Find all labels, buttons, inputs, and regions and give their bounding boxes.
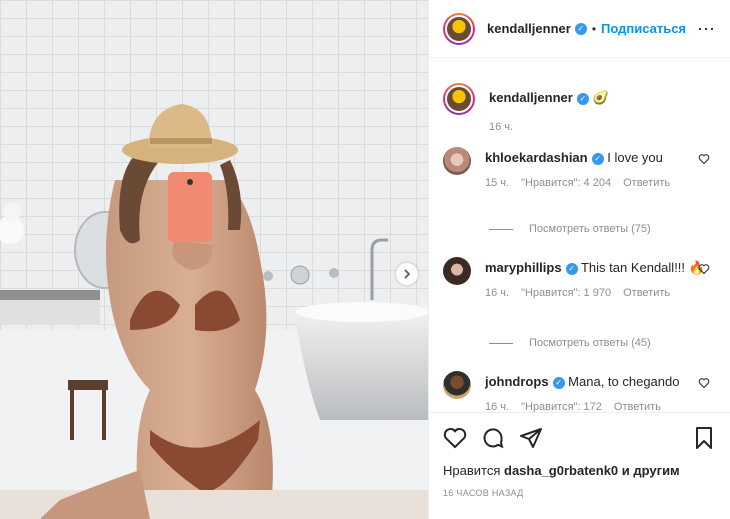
list-item: khloekardashian ✓ I love you 15 ч. "Нрави… <box>443 147 716 189</box>
likes-prefix: Нравится <box>443 463 501 478</box>
divider <box>489 228 513 230</box>
separator-dot: • <box>591 21 597 36</box>
comment-likes[interactable]: "Нравится": 4 204 <box>521 177 611 189</box>
post-timestamp[interactable]: 16 часов назад <box>443 488 716 498</box>
verified-badge-icon: ✓ <box>591 152 604 165</box>
action-bar <box>443 425 716 451</box>
caption-time[interactable]: 16 ч. <box>489 121 513 133</box>
list-item: maryphillips ✓ This tan Kendall!!! 🔥 16 ч… <box>443 257 716 299</box>
verified-badge-icon: ✓ <box>552 376 565 389</box>
caption-text: 🥑 <box>592 90 609 105</box>
comment-time[interactable]: 15 ч. <box>485 177 509 189</box>
likes-user-link[interactable]: dasha_g0rbatenk0 <box>504 463 618 478</box>
comments-list[interactable]: kendalljenner ✓ 🥑 16 ч. khloekardashian ✓ … <box>429 59 730 412</box>
post-header: kendalljenner ✓ • Подписаться ⋯ <box>429 0 730 58</box>
divider <box>489 342 513 344</box>
comment-username[interactable]: johndrops <box>485 374 549 389</box>
share-icon[interactable] <box>519 426 543 450</box>
heart-icon[interactable] <box>698 153 710 165</box>
verified-badge-icon: ✓ <box>576 92 589 105</box>
post-image <box>0 0 428 519</box>
comment-username[interactable]: khloekardashian <box>485 150 588 165</box>
view-replies-label: Посмотреть ответы (45) <box>529 337 651 349</box>
bookmark-icon[interactable] <box>692 426 716 450</box>
view-replies-button[interactable]: Посмотреть ответы (45) <box>489 337 651 349</box>
comment-text: This tan Kendall!!! 🔥 <box>580 260 705 275</box>
comment-time[interactable]: 16 ч. <box>485 401 509 412</box>
next-photo-button[interactable] <box>396 263 418 285</box>
heart-icon[interactable] <box>443 426 467 450</box>
comment-icon[interactable] <box>481 426 505 450</box>
likes-summary: Нравится dasha_g0rbatenk0 и другим <box>443 463 716 478</box>
reply-button[interactable]: Ответить <box>614 401 661 412</box>
comment-username[interactable]: maryphillips <box>485 260 562 275</box>
post-side-panel: kendalljenner ✓ • Подписаться ⋯ kendallj… <box>428 0 730 519</box>
post-actions: Нравится dasha_g0rbatenk0 и другим 16 ча… <box>429 412 730 519</box>
follow-button[interactable]: Подписаться <box>601 21 686 36</box>
comment-likes[interactable]: "Нравится": 172 <box>521 401 602 412</box>
avatar[interactable] <box>443 371 471 399</box>
list-item: johndrops ✓ Mana, to chegando 16 ч. "Нрав… <box>443 371 716 412</box>
comment-likes[interactable]: "Нравится": 1 970 <box>521 287 611 299</box>
reply-button[interactable]: Ответить <box>623 287 670 299</box>
more-horizontal-icon[interactable]: ⋯ <box>697 20 716 38</box>
reply-button[interactable]: Ответить <box>623 177 670 189</box>
comment-text: I love you <box>607 150 663 165</box>
caption-row: kendalljenner ✓ 🥑 16 ч. <box>443 83 716 133</box>
comment-time[interactable]: 16 ч. <box>485 287 509 299</box>
chevron-right-icon <box>404 269 411 279</box>
verified-badge-icon: ✓ <box>565 262 578 275</box>
comment-text: Mana, to chegando <box>568 374 680 389</box>
view-replies-button[interactable]: Посмотреть ответы (75) <box>489 223 651 235</box>
post-author-username[interactable]: kendalljenner <box>487 21 571 36</box>
likes-others-link[interactable]: и другим <box>622 463 680 478</box>
view-replies-label: Посмотреть ответы (75) <box>529 223 651 235</box>
avatar[interactable] <box>443 12 475 45</box>
heart-icon[interactable] <box>698 377 710 389</box>
avatar[interactable] <box>443 83 475 115</box>
verified-badge-icon: ✓ <box>574 22 587 35</box>
avatar[interactable] <box>443 257 471 285</box>
avatar[interactable] <box>443 147 471 175</box>
caption-username[interactable]: kendalljenner <box>489 90 573 105</box>
heart-icon[interactable] <box>698 263 710 275</box>
